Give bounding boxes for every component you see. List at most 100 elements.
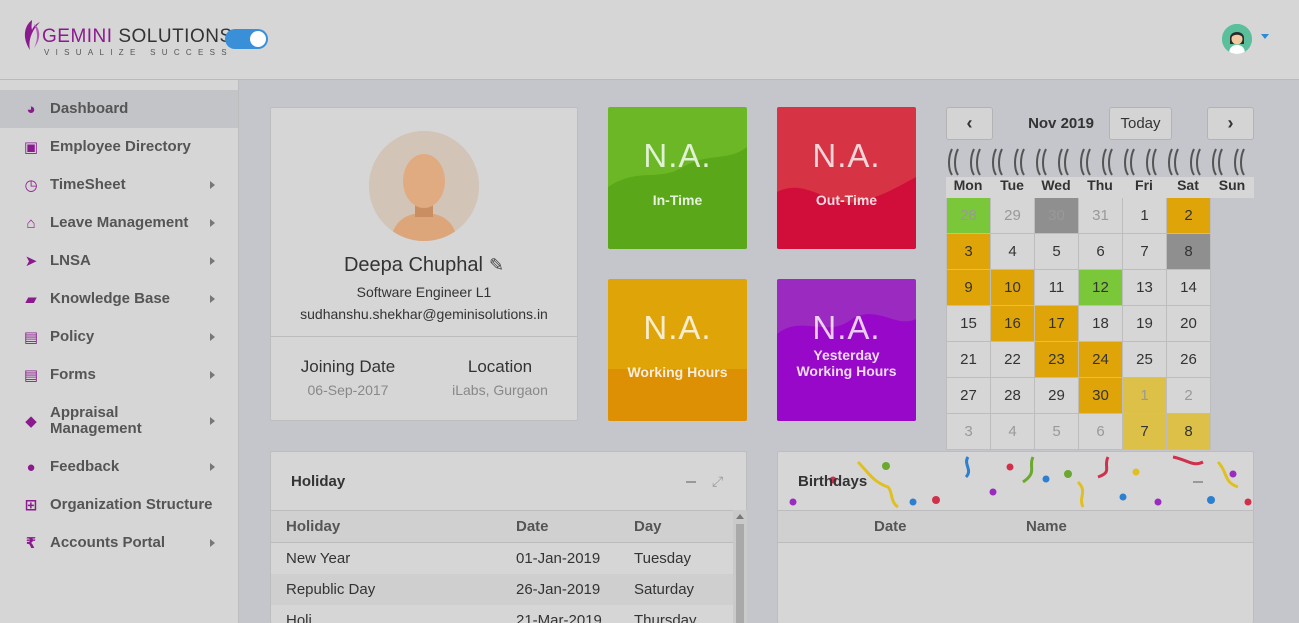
form-document-icon: ▤ bbox=[23, 367, 39, 384]
sidebar-item-timesheet[interactable]: ◷ TimeSheet bbox=[0, 166, 238, 204]
holiday-date: 21-Mar-2019 bbox=[516, 611, 602, 623]
binding-ring bbox=[1190, 148, 1201, 176]
calendar-day-cell[interactable]: 28 bbox=[947, 198, 991, 234]
in-time-label: In-Time bbox=[652, 192, 703, 208]
calendar-day-cell[interactable]: 10 bbox=[991, 270, 1035, 306]
calendar-day-cell[interactable]: 14 bbox=[1167, 270, 1211, 306]
column-header-date[interactable]: Date bbox=[516, 518, 549, 535]
sidebar-item-accounts-portal[interactable]: ₹ Accounts Portal bbox=[0, 524, 238, 562]
sidebar-item-label: Forms bbox=[50, 366, 96, 383]
calendar-day-cell[interactable]: 27 bbox=[947, 378, 991, 414]
calendar-day-cell[interactable]: 7 bbox=[1123, 414, 1167, 450]
sidebar-item-organization-structure[interactable]: ⊞ Organization Structure bbox=[0, 486, 238, 524]
chevron-right-icon bbox=[210, 333, 215, 341]
expand-icon[interactable]: ⤢ bbox=[712, 473, 723, 490]
calendar-day-cell[interactable]: 5 bbox=[1035, 414, 1079, 450]
sidebar-item-dashboard[interactable]: ◕ Dashboard bbox=[0, 90, 238, 128]
calendar-day-cell[interactable]: 23 bbox=[1035, 342, 1079, 378]
calendar-day-cell[interactable]: 29 bbox=[1035, 378, 1079, 414]
weekday-label: Mon bbox=[953, 177, 983, 193]
working-hours-value: N.A. bbox=[643, 309, 712, 346]
chevron-right-icon bbox=[210, 295, 215, 303]
edit-pencil-icon[interactable]: ✎ bbox=[489, 255, 504, 276]
logo-mark-icon bbox=[24, 20, 40, 50]
calendar-day-cell[interactable]: 3 bbox=[947, 234, 991, 270]
sidebar-item-employee-directory[interactable]: ▣ Employee Directory bbox=[0, 128, 238, 166]
calendar-day-cell[interactable]: 17 bbox=[1035, 306, 1079, 342]
calendar-next-button[interactable]: › bbox=[1207, 107, 1254, 140]
user-menu-chevron-down-icon[interactable] bbox=[1261, 34, 1269, 39]
calendar-day-cell[interactable]: 15 bbox=[947, 306, 991, 342]
calendar-day-cell[interactable]: 13 bbox=[1123, 270, 1167, 306]
spiral-binding-decoration bbox=[948, 148, 1245, 176]
sidebar-item-leave-management[interactable]: ⌂ Leave Management bbox=[0, 204, 238, 242]
calendar-day-cell[interactable]: 24 bbox=[1079, 342, 1123, 378]
scroll-thumb[interactable] bbox=[736, 524, 744, 623]
minimize-icon[interactable] bbox=[1193, 481, 1203, 483]
sidebar-item-forms[interactable]: ▤ Forms bbox=[0, 356, 238, 394]
calendar-day-cell[interactable]: 8 bbox=[1167, 234, 1211, 270]
calendar-day-cell[interactable]: 4 bbox=[991, 414, 1035, 450]
toggle-knob bbox=[250, 31, 266, 47]
calendar-day-cell[interactable]: 2 bbox=[1167, 198, 1211, 234]
calendar-day-cell[interactable]: 8 bbox=[1167, 414, 1211, 450]
calendar-day-cell[interactable]: 25 bbox=[1123, 342, 1167, 378]
chevron-right-icon bbox=[210, 257, 215, 265]
holiday-scrollbar[interactable] bbox=[733, 510, 747, 623]
calendar-day-cell[interactable]: 30 bbox=[1079, 378, 1123, 414]
chat-bubbles-icon: ● bbox=[26, 458, 36, 476]
calendar-day-cell[interactable]: 20 bbox=[1167, 306, 1211, 342]
company-logo[interactable]: GEMINI SOLUTIONS VISUALIZE SUCCESS bbox=[20, 18, 232, 60]
holiday-name: Holi bbox=[286, 611, 312, 623]
sidebar-nav: ◕ Dashboard ▣ Employee Directory ◷ TimeS… bbox=[0, 80, 239, 623]
sidebar-item-knowledge-base[interactable]: ▰ Knowledge Base bbox=[0, 280, 238, 318]
sidebar-item-feedback[interactable]: ● Feedback bbox=[0, 448, 238, 486]
calendar-day-cell[interactable]: 29 bbox=[991, 198, 1035, 234]
column-header-day[interactable]: Day bbox=[634, 518, 662, 535]
calendar-day-cell[interactable]: 12 bbox=[1079, 270, 1123, 306]
calendar-day-cell[interactable]: 1 bbox=[1123, 198, 1167, 234]
location-label: Location bbox=[467, 357, 533, 376]
calendar-day-cell[interactable]: 9 bbox=[947, 270, 991, 306]
calendar-day-cell[interactable]: 5 bbox=[1035, 234, 1079, 270]
calendar-day-cell[interactable]: 31 bbox=[1079, 198, 1123, 234]
column-header-name[interactable]: Name bbox=[1026, 518, 1067, 535]
calendar-day-cell[interactable]: 1 bbox=[1123, 378, 1167, 414]
calendar-day-cell[interactable]: 30 bbox=[1035, 198, 1079, 234]
scroll-up-arrow-icon[interactable] bbox=[736, 514, 744, 519]
joining-date-value: 06-Sep-2017 bbox=[307, 382, 389, 398]
sidebar-item-label: TimeSheet bbox=[50, 176, 126, 193]
sidebar-item-lnsa[interactable]: ➤ LNSA bbox=[0, 242, 238, 280]
brand-rest: SOLUTIONS bbox=[112, 26, 233, 47]
calendar-day-cell[interactable]: 22 bbox=[991, 342, 1035, 378]
clock-icon: ◷ bbox=[24, 177, 38, 194]
sidebar-item-appraisal-management[interactable]: ◆ Appraisal Management bbox=[0, 394, 238, 448]
sidebar-item-policy[interactable]: ▤ Policy bbox=[0, 318, 238, 356]
column-header-date[interactable]: Date bbox=[874, 518, 907, 535]
column-header-holiday[interactable]: Holiday bbox=[286, 518, 340, 535]
user-avatar[interactable] bbox=[1222, 24, 1252, 54]
calendar-day-cell[interactable]: 7 bbox=[1123, 234, 1167, 270]
calendar-day-cell[interactable]: 18 bbox=[1079, 306, 1123, 342]
holiday-table-header: Holiday Date Day bbox=[271, 510, 733, 543]
calendar-day-cell[interactable]: 4 bbox=[991, 234, 1035, 270]
calendar-day-cell[interactable]: 16 bbox=[991, 306, 1035, 342]
minimize-icon[interactable] bbox=[686, 481, 696, 483]
table-row: Republic Day 26-Jan-2019 Saturday bbox=[271, 574, 733, 605]
graduation-cap-icon: ◆ bbox=[25, 413, 37, 430]
calendar-day-cell[interactable]: 6 bbox=[1079, 234, 1123, 270]
in-time-value: N.A. bbox=[643, 137, 712, 174]
calendar-day-cell[interactable]: 26 bbox=[1167, 342, 1211, 378]
calendar-today-button[interactable]: Today bbox=[1109, 107, 1172, 140]
calendar-day-cell[interactable]: 19 bbox=[1123, 306, 1167, 342]
calendar-day-cell[interactable]: 11 bbox=[1035, 270, 1079, 306]
calendar-day-cell[interactable]: 6 bbox=[1079, 414, 1123, 450]
calendar-prev-button[interactable]: ‹ bbox=[946, 107, 993, 140]
calendar-day-cell[interactable]: 28 bbox=[991, 378, 1035, 414]
sidebar-toggle-switch[interactable] bbox=[225, 29, 268, 49]
calendar-day-cell[interactable]: 21 bbox=[947, 342, 991, 378]
calendar-day-cell[interactable]: 2 bbox=[1167, 378, 1211, 414]
calendar-day-cell[interactable]: 3 bbox=[947, 414, 991, 450]
sidebar-item-label: LNSA bbox=[50, 252, 91, 269]
table-row: Holi 21-Mar-2019 Thursday bbox=[271, 605, 733, 623]
